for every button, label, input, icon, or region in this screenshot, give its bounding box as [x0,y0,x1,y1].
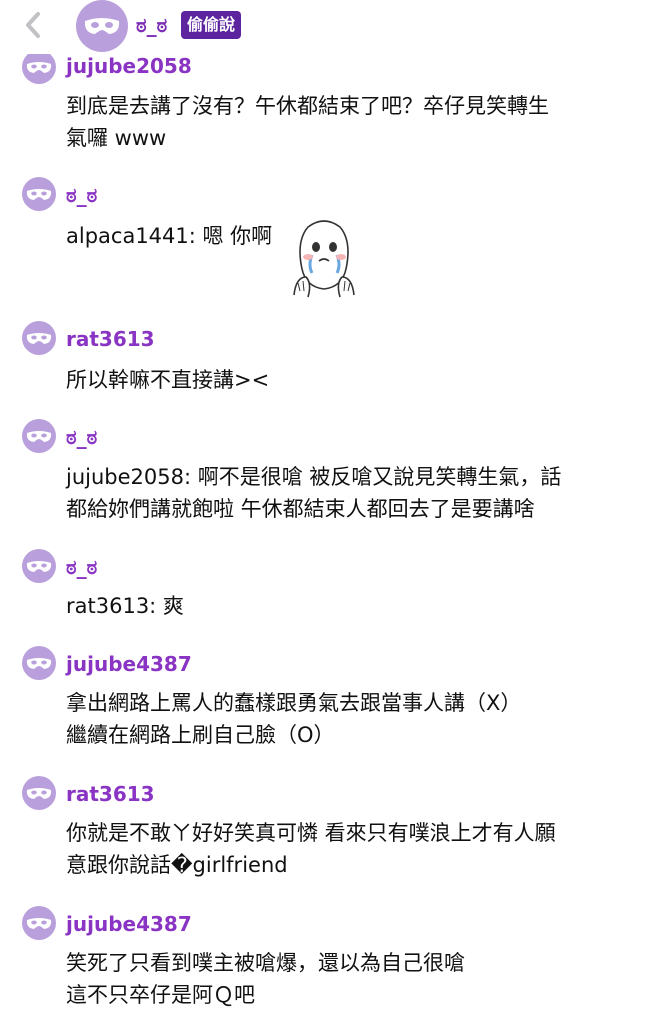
mask-icon[interactable] [22,646,56,680]
mask-icon[interactable] [22,177,56,211]
mask-icon[interactable] [22,419,56,453]
mask-icon[interactable] [76,0,128,52]
comment-author[interactable]: ಠ_ಠ [66,555,97,579]
comment-text: rat3613: 爽 [66,590,184,622]
comment-line: 意跟你說話�girlfriend [66,853,288,877]
header-bar: ಠ_ಠ 偷偷說 [0,0,649,54]
comment-line: 笑死了只看到噗主被嗆爆，還以為自己很嗆 [66,951,465,975]
comment-author[interactable]: rat3613 [66,327,155,351]
mask-icon[interactable] [22,50,56,84]
comment-text: 你就是不敢ㄚ好好笑真可憐 看來只有噗浪上才有人願 意跟你說話�girlfriend [66,817,556,881]
comment-author[interactable]: ಠ_ಠ [66,183,97,207]
crying-face-sticker [293,220,355,298]
comment-line: 繼續在網路上刷自己臉（O） [66,723,335,747]
header-user-name[interactable]: ಠ_ಠ [136,13,167,37]
comment-line: rat3613: 爽 [66,594,184,618]
comment-author[interactable]: jujube4387 [66,912,192,936]
comment-text: alpaca1441: 嗯 你啊 [66,220,272,252]
mask-icon[interactable] [22,776,56,810]
mask-icon[interactable] [22,321,56,355]
comment-author[interactable]: jujube2058 [66,54,192,78]
comment-author[interactable]: ಠ_ಠ [66,425,97,449]
comment-line: alpaca1441: 嗯 你啊 [66,224,273,248]
comment-line: 氣囉 www [66,126,167,150]
comment-author[interactable]: jujube4387 [66,652,192,676]
comment-text: 拿出網路上罵人的蠢樣跟勇氣去跟當事人講（X） 繼續在網路上刷自己臉（O） [66,687,521,751]
comment-line: 你就是不敢ㄚ好好笑真可憐 看來只有噗浪上才有人願 [66,821,556,845]
comment-text: 所以幹嘛不直接講>< [66,364,269,396]
comment-line: 拿出網路上罵人的蠢樣跟勇氣去跟當事人講（X） [66,691,522,715]
comment-line: 所以幹嘛不直接講>< [66,368,270,392]
comment-text: jujube2058: 啊不是很嗆 被反嗆又說見笑轉生氣，話 都給妳們講就飽啦 午… [66,461,561,525]
comment-author[interactable]: rat3613 [66,782,155,806]
comment-line: 這不只卒仔是阿Ｑ吧 [66,983,255,1007]
mask-icon[interactable] [22,549,56,583]
anonymous-badge: 偷偷說 [181,11,242,39]
comment-text: 到底是去講了沒有？午休都結束了吧？卒仔見笑轉生 氣囉 www [66,90,549,154]
chevron-left-icon[interactable] [18,8,48,42]
comment-line: 都給妳們講就飽啦 午休都結束人都回去了是要講啥 [66,497,535,521]
mask-icon[interactable] [22,906,56,940]
comment-text: 笑死了只看到噗主被嗆爆，還以為自己很嗆 這不只卒仔是阿Ｑ吧 [66,947,465,1011]
comment-line: jujube2058: 啊不是很嗆 被反嗆又說見笑轉生氣，話 [66,465,562,489]
comment-line: 到底是去講了沒有？午休都結束了吧？卒仔見笑轉生 [66,94,549,118]
